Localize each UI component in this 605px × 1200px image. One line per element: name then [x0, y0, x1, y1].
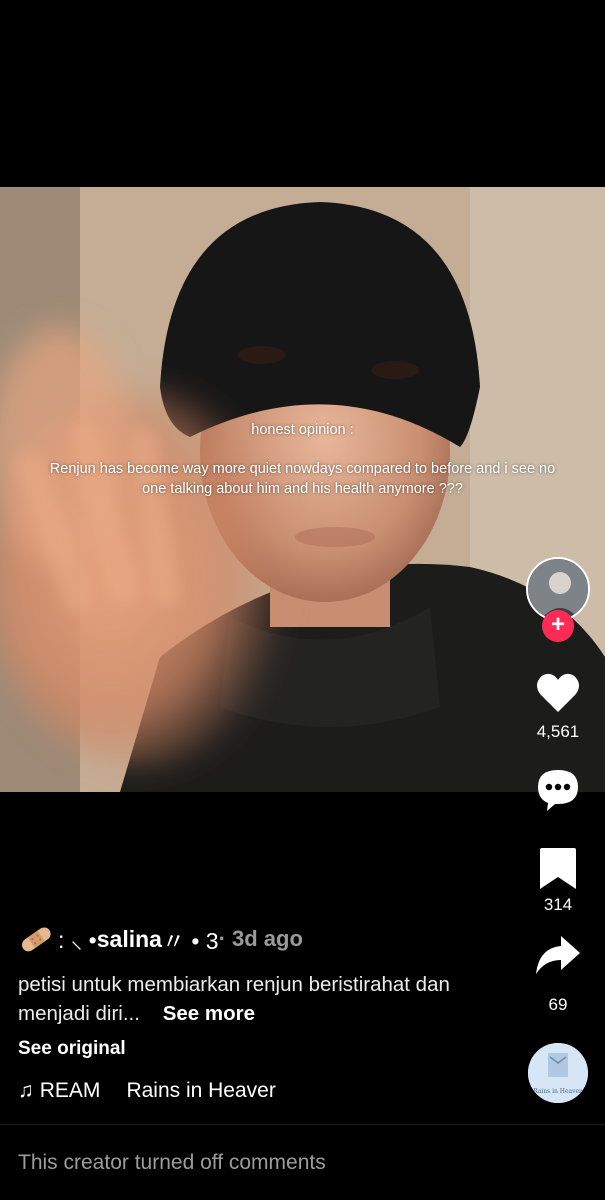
video-overlay-heading: honest opinion :: [251, 422, 354, 438]
see-original-link[interactable]: See original: [18, 1038, 126, 1060]
posted-time: · 3d ago: [218, 926, 303, 951]
bandage-icon: [22, 927, 51, 952]
comment-icon[interactable]: [533, 764, 583, 814]
comments-disabled-notice: This creator turned off comments: [18, 1151, 326, 1174]
music-disc[interactable]: Rains in Heaven: [528, 1043, 588, 1103]
video-overlay-text: Renjun has become way more quiet nowdays…: [49, 461, 556, 497]
music-artist: REAM: [39, 1079, 101, 1102]
bookmark-icon[interactable]: [533, 843, 583, 893]
share-icon[interactable]: [533, 930, 583, 980]
music-note-icon: ♫: [18, 1079, 34, 1102]
author-name-suffix: 〃 • 3: [161, 928, 219, 954]
music-track: Rains in Heaver: [126, 1079, 276, 1102]
see-more-link[interactable]: See more: [163, 1002, 255, 1025]
share-count: 69: [548, 995, 568, 1014]
follow-button[interactable]: +: [542, 610, 574, 642]
heart-icon[interactable]: [533, 668, 583, 718]
author-name-prefix: : ⸜ •: [58, 927, 97, 953]
album-art-text: Rains in Heaven: [533, 1088, 583, 1095]
bookmark-count: 314: [543, 895, 573, 914]
tiktok-video-screen: honest opinion : Renjun has become way m…: [0, 0, 605, 1200]
video-caption[interactable]: petisi untuk membiarkan renjun beristira…: [18, 970, 498, 1028]
video-player[interactable]: honest opinion : Renjun has become way m…: [0, 187, 605, 792]
author-row[interactable]: : ⸜ • salina 〃 • 3 · 3d ago: [18, 922, 303, 956]
author-name[interactable]: salina: [97, 926, 162, 953]
comments-divider: [0, 1124, 605, 1125]
like-count: 4,561: [536, 722, 580, 741]
music-info[interactable]: ♫ REAM Rains in Heaver: [18, 1076, 276, 1106]
album-art: Rains in Heaven: [528, 1043, 588, 1103]
